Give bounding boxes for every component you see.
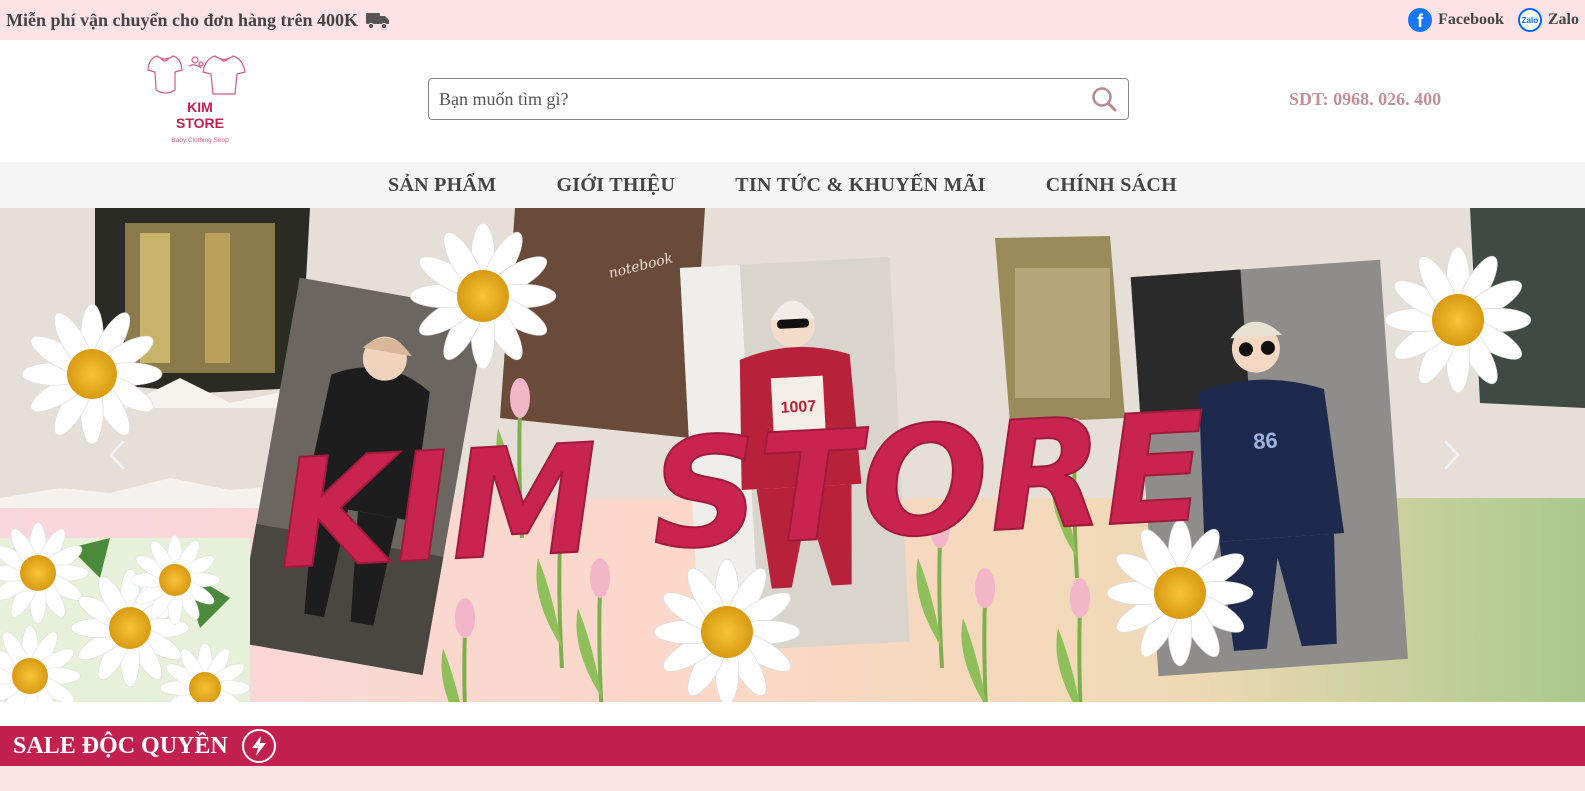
sale-content-area: [0, 766, 1585, 791]
sale-section-header: SALE ĐỘC QUYỀN: [0, 726, 1585, 766]
zalo-icon: Zalo: [1517, 8, 1542, 32]
facebook-link[interactable]: f Facebook: [1408, 8, 1504, 32]
search-icon[interactable]: [1090, 85, 1118, 113]
main-nav: SẢN PHẨM GIỚI THIỆU TIN TỨC & KHUYẾN MÃI…: [0, 162, 1585, 208]
store-logo[interactable]: KIM STORE Baby Clothing Shop: [145, 50, 260, 146]
lightning-icon: [241, 729, 276, 763]
zalo-link[interactable]: Zalo Zalo: [1517, 8, 1579, 32]
phone-number: SDT: 0968. 026. 400: [1289, 89, 1442, 109]
shipping-promo-text: Miễn phí vận chuyển cho đơn hàng trên 40…: [6, 9, 359, 30]
logo-line2: STORE: [176, 115, 224, 131]
nav-item-products[interactable]: SẢN PHẨM: [388, 174, 497, 197]
logo-line1: KIM: [187, 99, 213, 115]
truck-icon: [366, 13, 390, 29]
facebook-label: Facebook: [1438, 11, 1504, 28]
social-links: f Facebook Zalo Zalo: [1408, 8, 1579, 32]
logo-tagline: Baby Clothing Shop: [171, 137, 229, 144]
hero-banner: notebook 1007 86 KIM STORE: [0, 208, 1585, 702]
nav-item-news-promotions[interactable]: TIN TỨC & KHUYẾN MÃI: [735, 174, 985, 197]
top-bar: Miễn phí vận chuyển cho đơn hàng trên 40…: [0, 0, 1585, 40]
zalo-label: Zalo: [1547, 11, 1579, 28]
search-input[interactable]: [439, 88, 1090, 110]
nav-item-policy[interactable]: CHÍNH SÁCH: [1046, 174, 1177, 197]
shirt2-text: 86: [1252, 427, 1278, 454]
search-box: [428, 78, 1129, 120]
shipping-promo: Miễn phí vận chuyển cho đơn hàng trên 40…: [6, 10, 390, 31]
site-header: KIM STORE Baby Clothing Shop SDT: 0968. …: [0, 40, 1585, 162]
sale-title: SALE ĐỘC QUYỀN: [13, 732, 228, 759]
facebook-icon: f: [1408, 8, 1433, 32]
banner-image: notebook 1007 86 KIM STORE: [0, 208, 1585, 702]
nav-item-about[interactable]: GIỚI THIỆU: [556, 174, 675, 197]
